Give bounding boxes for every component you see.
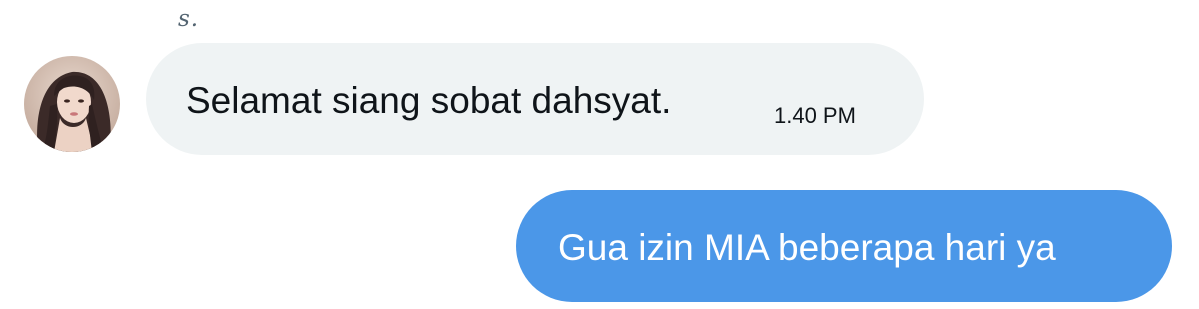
profile-photo-icon: [24, 56, 120, 152]
incoming-message-timestamp: 1.40 PM: [774, 103, 856, 128]
outgoing-message-bubble[interactable]: Gua izin MIA beberapa hari ya: [516, 190, 1172, 302]
incoming-message-text: Selamat siang sobat dahsyat.: [186, 80, 672, 121]
sender-name: s.: [178, 6, 200, 32]
sender-avatar[interactable]: [24, 56, 120, 152]
outgoing-message-text: Gua izin MIA beberapa hari ya: [558, 227, 1056, 268]
incoming-message-bubble[interactable]: Selamat siang sobat dahsyat. 1.40 PM: [146, 43, 924, 155]
